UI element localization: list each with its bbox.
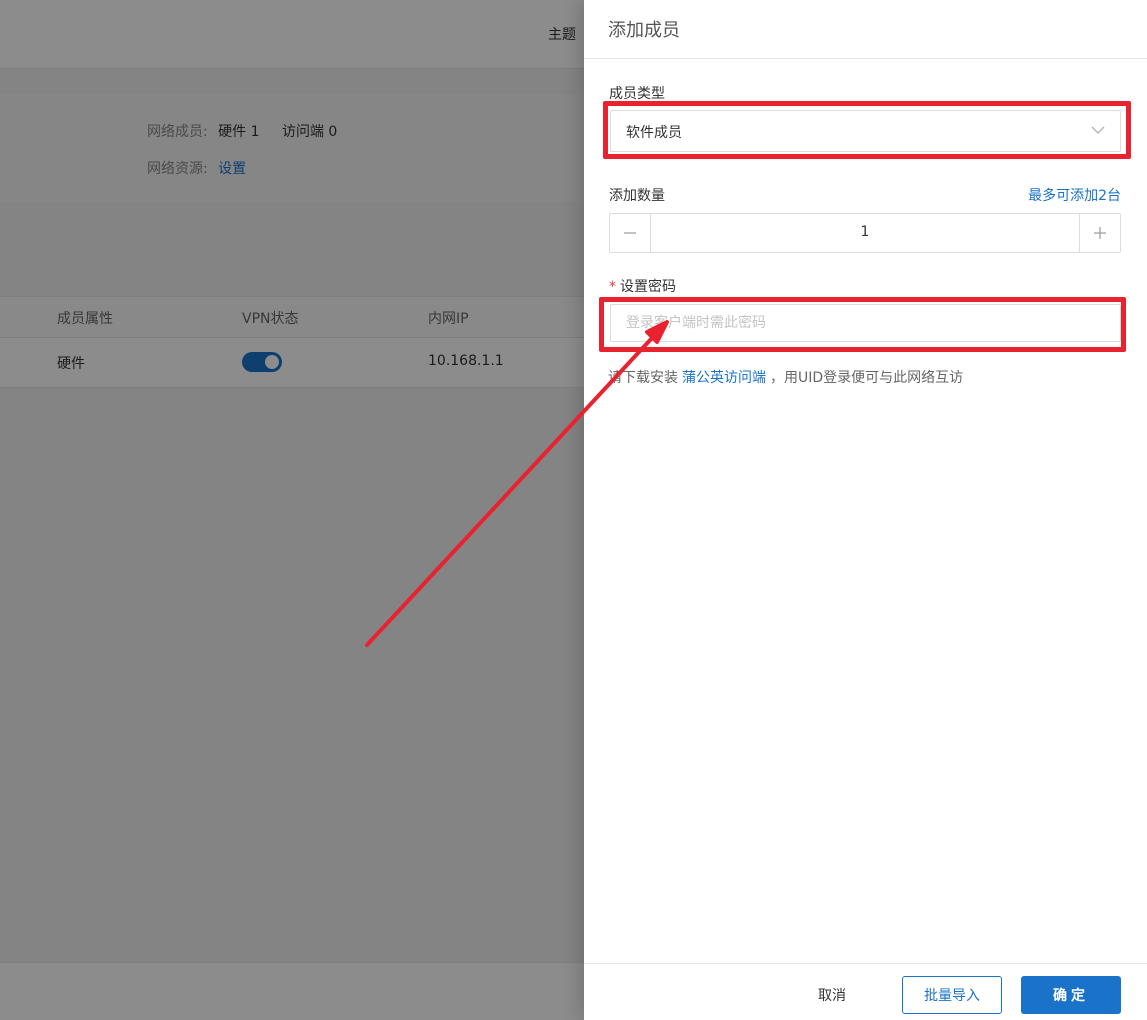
client-download-link[interactable]: 蒲公英访问端 (682, 370, 766, 386)
hint-suffix: ，用UID登录便可与此网络互访 (770, 370, 964, 386)
hint-prefix: 请下载安装 (608, 370, 678, 386)
annotation-box-member-type (603, 101, 1131, 159)
quantity-value[interactable]: 1 (651, 224, 1079, 240)
quantity-limit-link[interactable]: 最多可添加2台 (1028, 185, 1121, 205)
confirm-button[interactable]: 确定 (1021, 976, 1121, 1014)
password-label-text: 设置密码 (620, 279, 676, 295)
drawer-title: 添加成员 (608, 20, 680, 41)
quantity-stepper: 1 (609, 213, 1121, 253)
annotation-box-password (599, 297, 1126, 352)
drawer-header: 添加成员 (584, 0, 1147, 59)
quantity-label: 添加数量 (609, 188, 665, 204)
download-hint: 请下载安装 蒲公英访问端 ，用UID登录便可与此网络互访 (608, 367, 963, 387)
member-type-label: 成员类型 (609, 86, 665, 102)
cancel-button[interactable]: 取消 (796, 976, 868, 1014)
plus-icon[interactable] (1079, 214, 1120, 252)
password-label: * 设置密码 (609, 276, 676, 296)
minus-icon[interactable] (610, 214, 651, 252)
batch-import-button[interactable]: 批量导入 (902, 976, 1002, 1014)
drawer-footer: 取消 批量导入 确定 (584, 963, 1147, 1020)
required-mark: * (609, 279, 616, 295)
